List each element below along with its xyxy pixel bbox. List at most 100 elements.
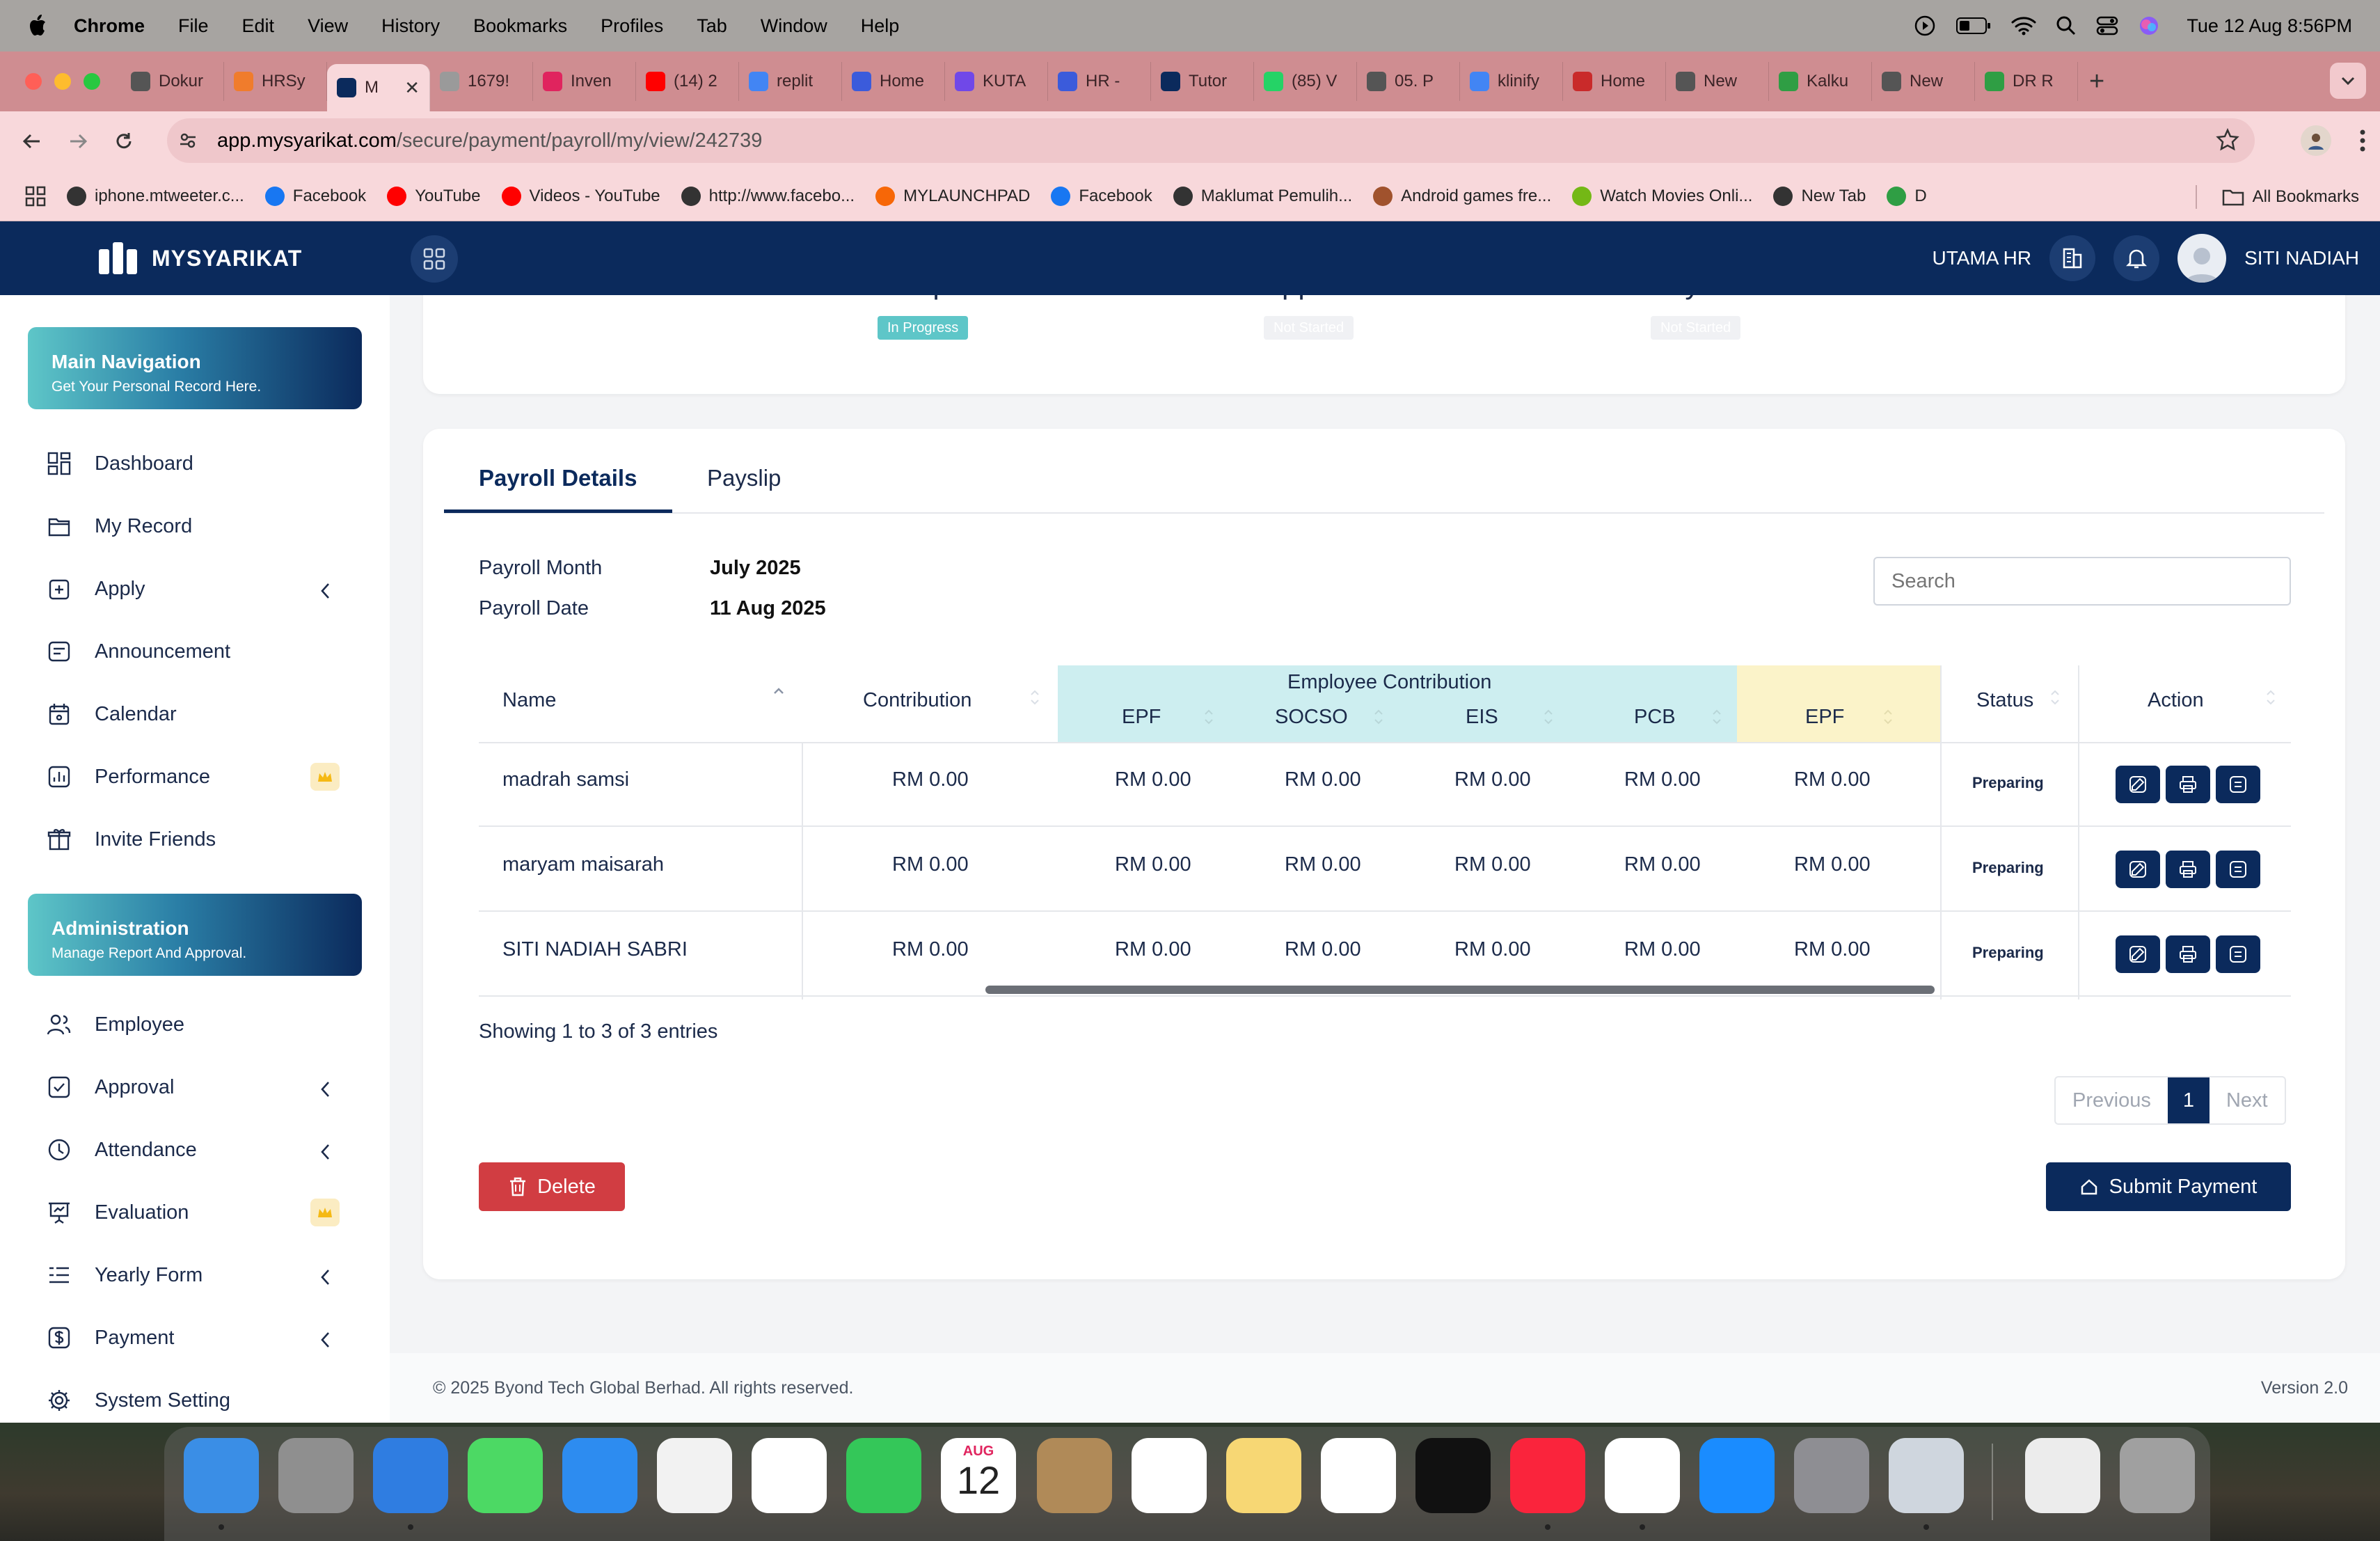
company-switch-button[interactable] bbox=[2049, 235, 2096, 281]
chevron-left-icon[interactable] bbox=[319, 582, 333, 600]
menu-edit[interactable]: Edit bbox=[242, 15, 275, 37]
browser-tab[interactable]: KUTA bbox=[945, 62, 1048, 101]
more-menu-icon[interactable] bbox=[2359, 129, 2366, 152]
edit-button[interactable] bbox=[2116, 766, 2160, 803]
page-1-button[interactable]: 1 bbox=[2167, 1077, 2210, 1123]
browser-tab[interactable]: New bbox=[1666, 62, 1769, 101]
menu-profiles[interactable]: Profiles bbox=[601, 15, 663, 37]
sidebar-item-evaluation[interactable]: Evaluation bbox=[0, 1192, 390, 1233]
sort-both-icon[interactable] bbox=[1542, 707, 1555, 727]
browser-tab[interactable]: (85) V bbox=[1254, 62, 1357, 101]
url-text[interactable]: app.mysyarikat.com/secure/payment/payrol… bbox=[217, 129, 762, 152]
sidebar-item-yearly-form[interactable]: Yearly Form bbox=[0, 1254, 390, 1296]
bookmark-item[interactable]: Watch Movies Onli... bbox=[1572, 186, 1752, 206]
close-window-button[interactable] bbox=[25, 73, 42, 90]
bookmark-item[interactable]: Facebook bbox=[1051, 186, 1152, 206]
menu-file[interactable]: File bbox=[178, 15, 209, 37]
launchpad-icon[interactable] bbox=[278, 1438, 354, 1513]
contacts-icon[interactable] bbox=[1037, 1438, 1112, 1513]
bookmark-item[interactable]: http://www.facebo... bbox=[681, 186, 855, 206]
back-button[interactable] bbox=[18, 127, 46, 155]
bookmark-item[interactable]: Facebook bbox=[264, 186, 366, 206]
column-header-pcb[interactable]: PCB bbox=[1634, 706, 1676, 729]
reminders-icon[interactable] bbox=[1132, 1438, 1207, 1513]
profile-avatar[interactable] bbox=[2301, 125, 2331, 156]
browser-tab[interactable]: Tutor bbox=[1151, 62, 1254, 101]
freeform-icon[interactable] bbox=[1321, 1438, 1396, 1513]
chevron-left-icon[interactable] bbox=[319, 1331, 333, 1349]
browser-tab[interactable]: DR R bbox=[1975, 62, 2078, 101]
browser-tab[interactable]: Dokur bbox=[121, 62, 224, 101]
zoom-window-button[interactable] bbox=[84, 73, 100, 90]
sort-both-icon[interactable] bbox=[1882, 707, 1894, 727]
tv-icon[interactable] bbox=[1415, 1438, 1491, 1513]
bookmark-item[interactable]: D bbox=[1887, 186, 1927, 206]
browser-tab[interactable]: (14) 2 bbox=[636, 62, 739, 101]
user-name[interactable]: SITI NADIAH bbox=[2244, 247, 2359, 269]
print-button[interactable] bbox=[2166, 935, 2210, 973]
column-header-epf[interactable]: EPF bbox=[1122, 706, 1161, 729]
battery-icon[interactable] bbox=[1955, 16, 1992, 35]
user-avatar[interactable] bbox=[2177, 234, 2227, 283]
new-tab-button[interactable]: + bbox=[2089, 67, 2104, 97]
bookmark-item[interactable]: Maklumat Pemulih... bbox=[1173, 186, 1352, 206]
sidebar-item-payment[interactable]: Payment bbox=[0, 1317, 390, 1359]
sort-both-icon[interactable] bbox=[2264, 688, 2277, 707]
trash-icon[interactable] bbox=[2120, 1438, 2195, 1513]
browser-tab[interactable]: New bbox=[1872, 62, 1975, 101]
menu-window[interactable]: Window bbox=[761, 15, 827, 37]
bookmark-star-icon[interactable] bbox=[2216, 128, 2239, 152]
chevron-left-icon[interactable] bbox=[319, 1268, 333, 1286]
app-store-icon[interactable] bbox=[1699, 1438, 1775, 1513]
sidebar-item-system-setting[interactable]: System Setting bbox=[0, 1380, 390, 1421]
menu-history[interactable]: History bbox=[381, 15, 440, 37]
sort-both-icon[interactable] bbox=[2049, 688, 2061, 707]
column-header-contribution[interactable]: Contribution bbox=[863, 689, 971, 712]
control-center-icon[interactable] bbox=[2096, 15, 2118, 36]
search-input[interactable] bbox=[1873, 557, 2291, 606]
chevron-left-icon[interactable] bbox=[319, 1143, 333, 1161]
company-name[interactable]: UTAMA HR bbox=[1932, 247, 2031, 269]
view-details-button[interactable] bbox=[2216, 935, 2260, 973]
brand-logo[interactable]: MYSYARIKAT bbox=[97, 241, 302, 276]
sidebar-item-employee[interactable]: Employee bbox=[0, 1004, 390, 1045]
bookmark-item[interactable]: YouTube bbox=[387, 186, 481, 206]
browser-tab[interactable]: 1679! bbox=[430, 62, 533, 101]
view-details-button[interactable] bbox=[2216, 851, 2260, 888]
site-info-icon[interactable] bbox=[174, 127, 202, 155]
calendar-icon[interactable]: AUG 12 bbox=[941, 1438, 1016, 1513]
sidebar-item-calendar[interactable]: Calendar bbox=[0, 693, 390, 735]
browser-tab[interactable]: Inven bbox=[533, 62, 636, 101]
music-icon[interactable] bbox=[1510, 1438, 1585, 1513]
column-header-name[interactable]: Name bbox=[502, 689, 556, 712]
sidebar-item-attendance[interactable]: Attendance bbox=[0, 1129, 390, 1171]
tab-search-button[interactable] bbox=[2330, 63, 2366, 99]
sidebar-item-announcement[interactable]: Announcement bbox=[0, 631, 390, 672]
column-header-socso[interactable]: SOCSO bbox=[1275, 706, 1348, 729]
delete-button[interactable]: Delete bbox=[479, 1162, 625, 1211]
menu-view[interactable]: View bbox=[308, 15, 348, 37]
finder-icon[interactable] bbox=[184, 1438, 259, 1513]
photos-icon[interactable] bbox=[752, 1438, 827, 1513]
siri-icon[interactable] bbox=[2138, 15, 2160, 37]
browser-tab[interactable]: HR - bbox=[1048, 62, 1151, 101]
sidebar-item-my-record[interactable]: My Record bbox=[0, 505, 390, 547]
view-details-button[interactable] bbox=[2216, 766, 2260, 803]
menu-bookmarks[interactable]: Bookmarks bbox=[473, 15, 567, 37]
iphone-mirroring-icon[interactable] bbox=[1889, 1438, 1964, 1513]
browser-tab[interactable]: Kalku bbox=[1769, 62, 1872, 101]
messages-icon[interactable] bbox=[468, 1438, 543, 1513]
browser-tab[interactable]: M ✕ bbox=[327, 64, 430, 111]
close-tab-icon[interactable]: ✕ bbox=[404, 77, 420, 99]
minimize-window-button[interactable] bbox=[54, 73, 71, 90]
wifi-icon[interactable] bbox=[2011, 15, 2036, 36]
menubar-clock[interactable]: Tue 12 Aug 8:56PM bbox=[2187, 15, 2352, 37]
sidebar-item-performance[interactable]: Performance bbox=[0, 756, 390, 798]
previous-page-button[interactable]: Previous bbox=[2056, 1077, 2168, 1123]
submit-payment-button[interactable]: Submit Payment bbox=[2046, 1162, 2291, 1211]
app-menu-button[interactable] bbox=[411, 235, 458, 283]
chrome-icon[interactable] bbox=[1605, 1438, 1680, 1513]
tab-payroll-details[interactable]: Payroll Details bbox=[479, 465, 637, 491]
sort-asc-icon[interactable] bbox=[772, 686, 785, 706]
forward-button[interactable] bbox=[64, 127, 92, 155]
